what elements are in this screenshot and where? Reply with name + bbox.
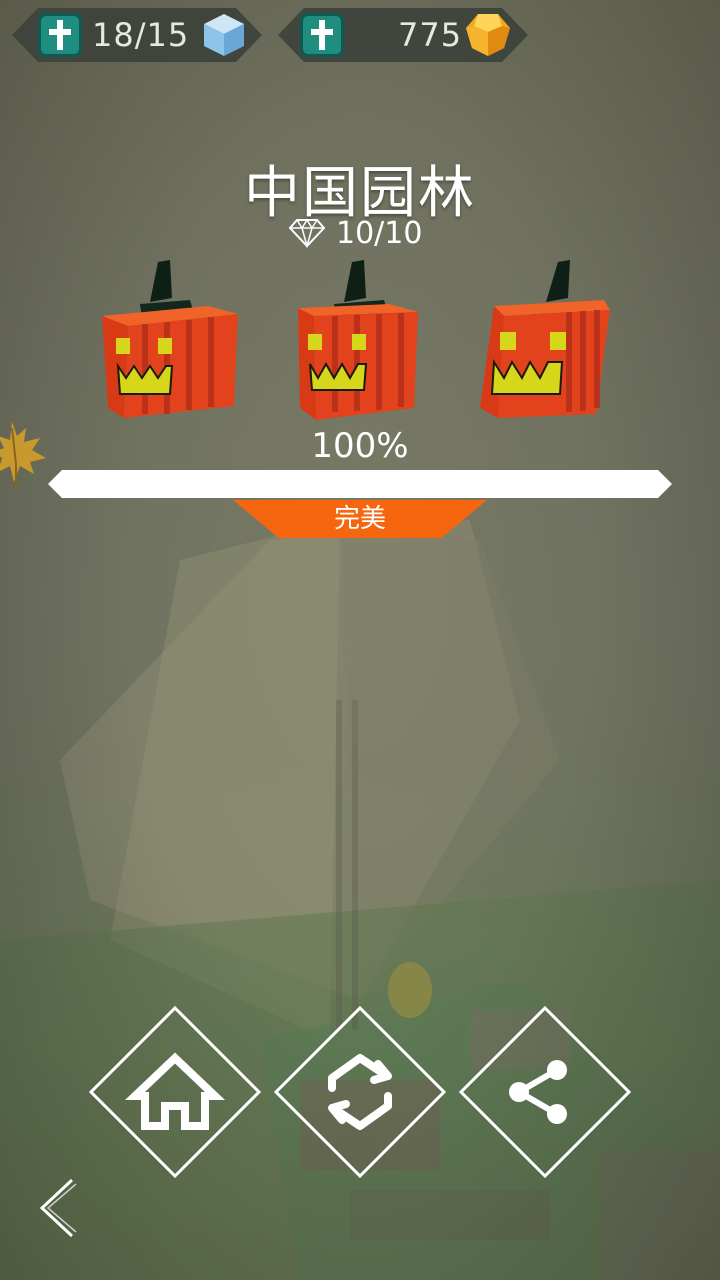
back-button[interactable] xyxy=(30,1176,80,1240)
teal-cross-icon xyxy=(300,13,344,57)
progress-bar xyxy=(48,470,672,498)
cube-count: 18/15 xyxy=(92,16,190,54)
blue-cube-icon xyxy=(204,14,244,56)
completion-percent: 100% xyxy=(311,426,409,466)
pumpkin-icon xyxy=(102,260,238,418)
gem-currency-count: 775 xyxy=(398,16,463,54)
rating-label: 完美 xyxy=(333,504,386,534)
pumpkin-icon xyxy=(298,260,418,420)
diamond-outline-icon xyxy=(288,218,326,248)
replay-button[interactable] xyxy=(272,1004,448,1180)
share-button[interactable] xyxy=(457,1004,633,1180)
gem-progress: 10/10 xyxy=(288,214,422,252)
progress-bar-fill xyxy=(48,470,672,498)
gold-gem-icon xyxy=(466,14,510,56)
home-button[interactable] xyxy=(87,1004,263,1180)
game-screen: 18/15 775 中国园林 10/10 100% 完美 xyxy=(0,0,720,1280)
chevron-left-icon xyxy=(39,1178,77,1238)
teal-cross-icon xyxy=(38,13,82,57)
pumpkin-icon xyxy=(480,260,610,418)
gem-count-label: 10/10 xyxy=(336,215,423,251)
